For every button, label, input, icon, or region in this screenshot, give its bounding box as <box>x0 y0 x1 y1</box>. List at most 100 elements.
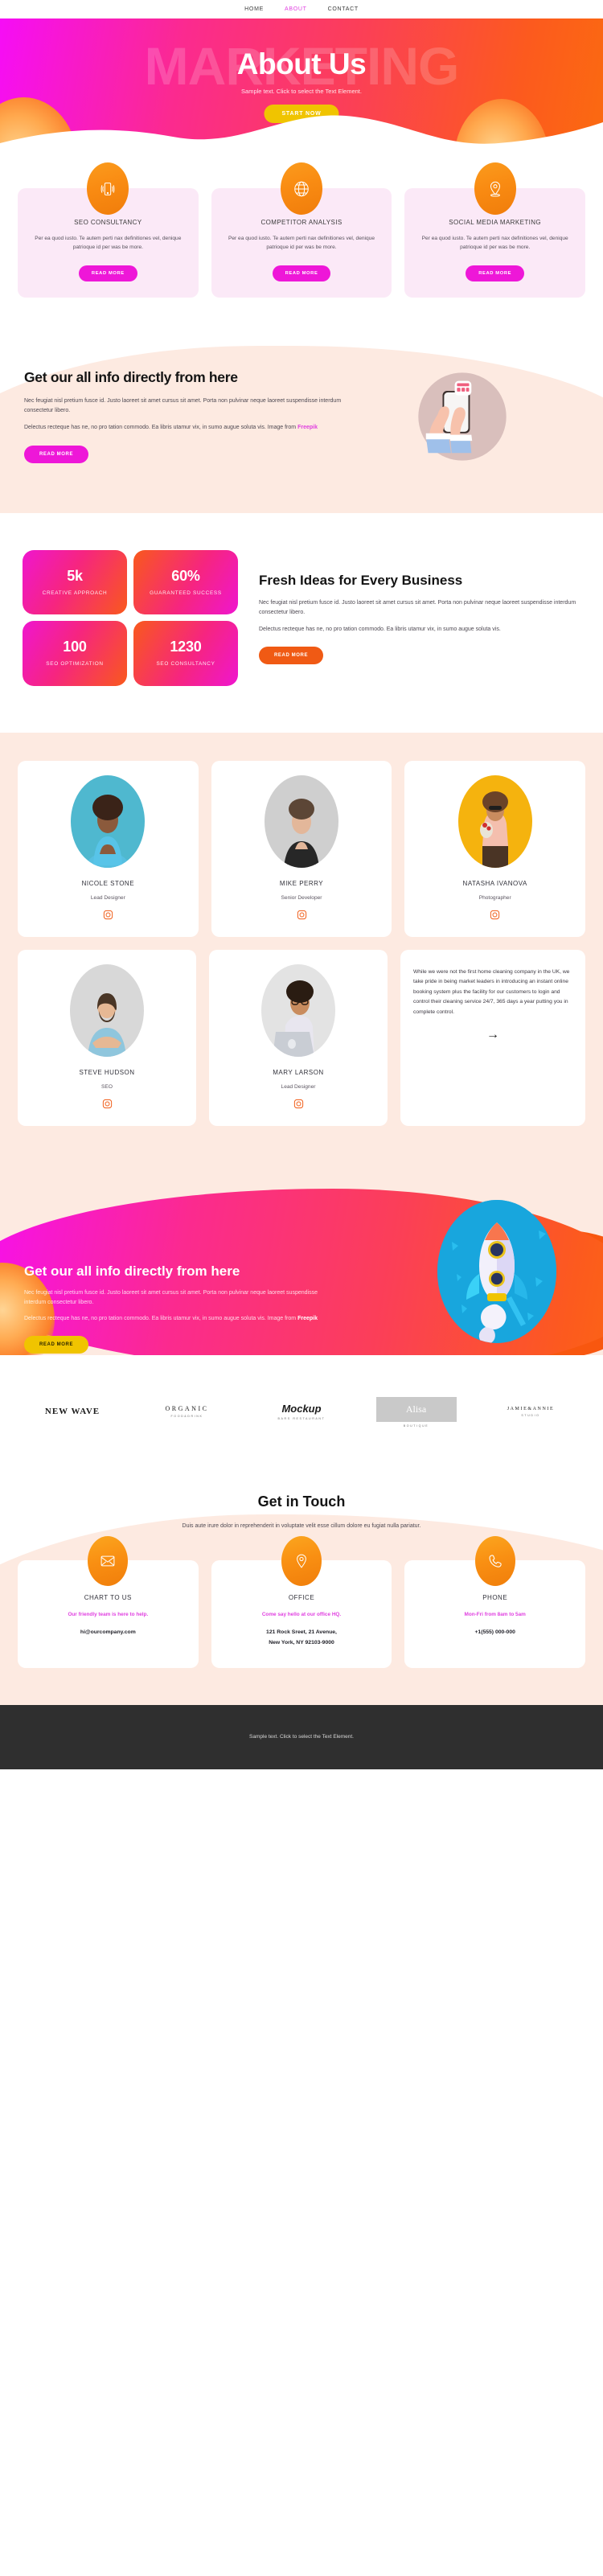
service-card: COMPETITOR ANALYSIS Per ea quod iusto. T… <box>211 162 392 298</box>
globe-icon <box>281 162 322 215</box>
stat-tile: 100 SEO OPTIMIZATION <box>23 621 127 686</box>
client-logo-sub: FOOD&DRINK <box>170 1415 203 1419</box>
team-member-role: Photographer <box>478 894 511 901</box>
info-heading: Get our all info directly from here <box>24 369 238 386</box>
stats-paragraph-1: Nec feugiat nisl pretium fusce id. Justo… <box>259 600 576 616</box>
freepik-link[interactable]: Freepik <box>297 425 318 430</box>
top-navigation: HOME ABOUT CONTACT <box>0 0 603 18</box>
team-member-name: STEVE HUDSON <box>79 1068 135 1076</box>
service-title: SEO CONSULTANCY <box>74 219 142 226</box>
avatar <box>71 774 146 868</box>
rocket-paragraph-2: Delectus recteque has ne, no pro tation … <box>24 1314 330 1324</box>
arrow-right-icon[interactable]: → <box>413 1028 572 1041</box>
stat-label: CREATIVE APPROACH <box>42 590 108 596</box>
team-member-name: NICOLE STONE <box>81 879 135 887</box>
contact-card-value[interactable]: +1(555) 000-000 <box>414 1628 576 1638</box>
info-paragraph-1: Nec feugiat nisl pretium fusce id. Justo… <box>24 398 342 414</box>
stat-label: SEO CONSULTANCY <box>156 661 215 668</box>
team-card: MARY LARSON Lead Designer <box>209 949 388 1126</box>
client-logo: NEW WAVE <box>32 1407 113 1417</box>
stats-paragraph-2: Delectus recteque has ne, no pro tation … <box>259 626 501 632</box>
service-read-more-button[interactable]: READ MORE <box>272 265 331 281</box>
nav-item-about[interactable]: ABOUT <box>285 6 307 12</box>
instagram-icon[interactable] <box>293 1099 304 1109</box>
stat-number: 5k <box>67 567 83 584</box>
stat-number: 60% <box>171 567 200 584</box>
client-logo: Mockup BARS RESTAURANT <box>261 1403 342 1420</box>
team-member-role: Lead Designer <box>281 1083 316 1090</box>
client-logo-name: JAMIE&ANNIE <box>507 1407 555 1412</box>
rocket-paragraph-1: Nec feugiat nisl pretium fusce id. Justo… <box>24 1290 318 1306</box>
info-text-column: Get our all info directly from here Nec … <box>24 369 346 464</box>
team-member-role: SEO <box>101 1083 113 1090</box>
service-read-more-button[interactable]: READ MORE <box>466 265 525 281</box>
client-logo-name: ORGANIC <box>165 1405 209 1413</box>
stat-tile: 60% GUARANTEED SUCCESS <box>133 549 238 615</box>
service-title: COMPETITOR ANALYSIS <box>260 219 343 226</box>
contact-card-title: CHART TO US <box>84 1594 132 1602</box>
client-logos-section: NEW WAVE ORGANIC FOOD&DRINK Mockup BARS … <box>0 1354 603 1465</box>
stats-heading: Fresh Ideas for Every Business <box>259 572 463 588</box>
instagram-icon[interactable] <box>297 910 307 920</box>
contact-heading: Get in Touch <box>257 1493 346 1510</box>
instagram-icon[interactable] <box>490 910 500 920</box>
team-member-name: NATASHA IVANOVA <box>462 879 527 887</box>
client-logo-sub: BOUTIQUE <box>403 1424 429 1428</box>
freepik-link[interactable]: Freepik <box>297 1316 318 1321</box>
client-logo: Alisa BOUTIQUE <box>375 1396 457 1428</box>
map-pin-icon <box>474 162 516 215</box>
envelope-icon <box>88 1536 129 1587</box>
contact-card-value-2: New York, NY 92103-9000 <box>269 1640 334 1646</box>
info-section: Get our all info directly from here Nec … <box>0 329 603 513</box>
stat-number: 1230 <box>170 639 202 655</box>
service-body: Per ea quod iusto. Te autem perti nax de… <box>228 236 375 250</box>
stats-grid: 5k CREATIVE APPROACH 60% GUARANTEED SUCC… <box>23 549 238 686</box>
stats-read-more-button[interactable]: READ MORE <box>259 646 324 664</box>
team-section: NICOLE STONE Lead Designer MIKE PERRY Se… <box>0 732 603 1158</box>
team-card: NICOLE STONE Lead Designer <box>18 760 199 937</box>
service-card: SEO CONSULTANCY Per ea quod iusto. Te au… <box>18 162 199 298</box>
client-logo: JAMIE&ANNIE STUDIO <box>490 1407 571 1417</box>
info-paragraph-2-text: Delectus recteque has ne, no pro tation … <box>24 425 298 431</box>
service-card: SOCIAL MEDIA MARKETING Per ea quod iusto… <box>404 162 586 298</box>
page-footer: Sample text. Click to select the Text El… <box>0 1704 603 1769</box>
info-read-more-button[interactable]: READ MORE <box>24 446 89 464</box>
hero-subtitle: Sample text. Click to select the Text El… <box>241 88 362 95</box>
avatar <box>265 774 338 868</box>
nav-item-home[interactable]: HOME <box>244 6 264 12</box>
team-row: STEVE HUDSON SEO MARY LARSON Lead Design… <box>18 949 585 1126</box>
client-logo-name: NEW WAVE <box>44 1406 100 1416</box>
avatar <box>70 963 144 1057</box>
client-logo-name: Mockup <box>281 1403 322 1415</box>
client-logo-sub: STUDIO <box>521 1414 540 1418</box>
stat-tile: 5k CREATIVE APPROACH <box>23 549 127 615</box>
hero-section: MARKETING About Us Sample text. Click to… <box>0 18 603 150</box>
page-title: About Us <box>236 47 367 80</box>
avatar <box>261 963 335 1057</box>
contact-cards: CHART TO US Our friendly team is here to… <box>18 1536 586 1668</box>
service-read-more-button[interactable]: READ MORE <box>78 265 137 281</box>
instagram-icon[interactable] <box>102 1099 113 1109</box>
stat-label: GUARANTEED SUCCESS <box>150 590 222 596</box>
contact-card-value[interactable]: hi@ourcompany.com <box>27 1628 189 1638</box>
team-member-name: MARY LARSON <box>273 1068 324 1076</box>
team-card: STEVE HUDSON SEO <box>18 949 196 1126</box>
footer-text: Sample text. Click to select the Text El… <box>249 1734 354 1740</box>
stat-tile: 1230 SEO CONSULTANCY <box>133 621 238 686</box>
nav-item-contact[interactable]: CONTACT <box>328 6 359 12</box>
rocket-paragraph-2-text: Delectus recteque has ne, no pro tation … <box>24 1316 298 1321</box>
contact-lead: Duis aute irure dolor in reprehenderit i… <box>182 1522 421 1529</box>
stats-section: 5k CREATIVE APPROACH 60% GUARANTEED SUCC… <box>0 512 603 733</box>
contact-card: PHONE Mon-Fri from 8am to 5am +1(555) 00… <box>404 1536 586 1668</box>
contact-card-tag: Mon-Fri from 8am to 5am <box>464 1612 526 1618</box>
client-logo-sub: BARS RESTAURANT <box>277 1417 326 1421</box>
contact-card-title: OFFICE <box>288 1594 315 1602</box>
rocket-read-more-button[interactable]: READ MORE <box>24 1335 89 1354</box>
contact-section: Get in Touch Duis aute irure dolor in re… <box>0 1464 603 1705</box>
team-card: NATASHA IVANOVA Photographer <box>404 760 586 937</box>
instagram-icon[interactable] <box>103 910 113 920</box>
stat-label: SEO OPTIMIZATION <box>46 661 104 668</box>
phone-icon <box>474 1536 515 1587</box>
service-body: Per ea quod iusto. Te autem perti nax de… <box>35 236 182 250</box>
mobile-signal-icon <box>87 162 129 215</box>
